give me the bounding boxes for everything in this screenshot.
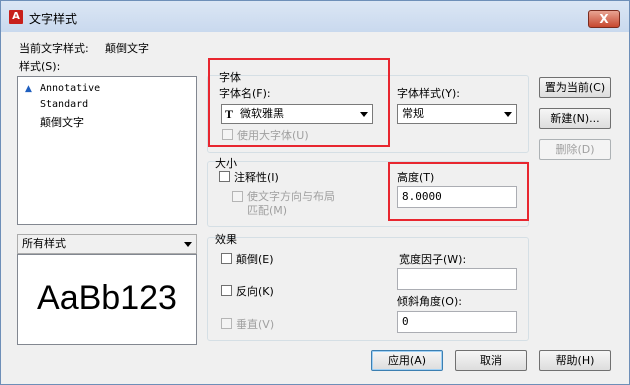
new-button[interactable]: 新建(N)... (539, 108, 611, 129)
preview-box: AaBb123 (17, 254, 197, 345)
match-orientation-checkbox[interactable] (232, 191, 243, 202)
highlight-font-name (208, 58, 390, 147)
preview-text: AaBb123 (37, 279, 177, 317)
font-style-label: 字体样式(Y): (397, 87, 461, 100)
cancel-button[interactable]: 取消 (455, 350, 527, 371)
annotative-checkbox[interactable] (219, 171, 230, 182)
title-bar: A 文字样式 X (1, 1, 629, 32)
vertical-label: 垂直(V) (236, 318, 275, 331)
annotative-label: 注释性(I) (234, 171, 279, 184)
highlight-height (388, 162, 529, 221)
chevron-down-icon (184, 242, 192, 247)
match-orientation-label-line2: 匹配(M) (247, 204, 288, 217)
style-filter-value: 所有样式 (22, 237, 66, 250)
list-item-selected[interactable]: 颠倒文字 (40, 114, 84, 130)
help-button[interactable]: 帮助(H) (539, 350, 611, 371)
close-button[interactable]: X (588, 10, 620, 28)
set-current-button[interactable]: 置为当前(C) (539, 77, 611, 98)
oblique-angle-field[interactable]: 0 (397, 311, 517, 333)
vertical-checkbox[interactable] (221, 318, 232, 329)
upside-down-checkbox[interactable] (221, 253, 232, 264)
annotative-icon: ▲ (25, 84, 32, 94)
font-style-dropdown[interactable]: 常规 (397, 104, 517, 124)
list-item[interactable]: Standard (40, 99, 88, 110)
width-factor-field[interactable] (397, 268, 517, 290)
font-style-value: 常规 (402, 107, 424, 120)
oblique-angle-label: 倾斜角度(O): (397, 295, 462, 308)
effects-group-label: 效果 (215, 233, 237, 246)
backwards-checkbox[interactable] (221, 285, 232, 296)
text-style-dialog: A 文字样式 X 当前文字样式: 颠倒文字 样式(S): ▲ Annotativ… (0, 0, 630, 385)
styles-list[interactable]: ▲ Annotative Standard 颠倒文字 (17, 76, 197, 225)
delete-button[interactable]: 删除(D) (539, 139, 611, 160)
style-filter-dropdown[interactable]: 所有样式 (17, 234, 197, 254)
current-style-value: 颠倒文字 (105, 42, 149, 55)
width-factor-label: 宽度因子(W): (399, 253, 467, 266)
chevron-down-icon (504, 112, 512, 117)
list-item[interactable]: Annotative (40, 83, 100, 94)
upside-down-label: 颠倒(E) (236, 253, 274, 266)
dialog-title: 文字样式 (29, 12, 78, 26)
styles-label: 样式(S): (19, 60, 61, 73)
apply-button[interactable]: 应用(A) (371, 350, 443, 371)
current-style-label: 当前文字样式: (19, 42, 89, 55)
backwards-label: 反向(K) (236, 285, 274, 298)
autocad-logo-icon: A (9, 10, 23, 24)
